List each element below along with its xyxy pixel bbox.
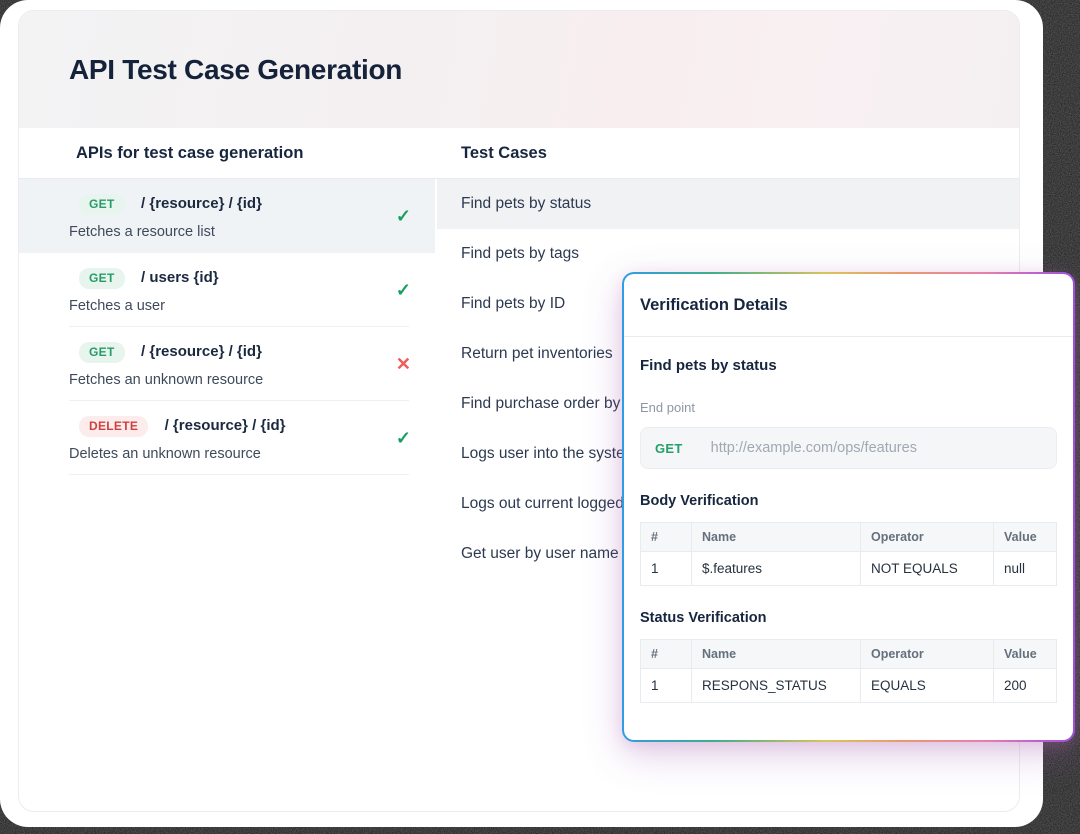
column-header: Name bbox=[692, 640, 861, 669]
api-list: GET / {resource} / {id} Fetches a resour… bbox=[19, 179, 437, 579]
test-case-label: Find purchase order by ID bbox=[461, 395, 640, 413]
check-icon: ✓ bbox=[396, 207, 411, 225]
test-case-item[interactable]: Find pets by status bbox=[437, 179, 1019, 229]
method-badge: GET bbox=[79, 194, 125, 215]
table-row: 1 $.features NOT EQUALS null bbox=[641, 552, 1057, 586]
column-header: # bbox=[641, 640, 692, 669]
table-header-row: # Name Operator Value bbox=[641, 523, 1057, 552]
api-list-item[interactable]: DELETE / {resource} / {id} Deletes an un… bbox=[19, 401, 435, 475]
endpoint-url: http://example.com/ops/features bbox=[711, 440, 917, 456]
api-path: / {resource} / {id} bbox=[141, 195, 262, 212]
cell-value: 200 bbox=[994, 669, 1057, 703]
test-case-label: Get user by user name bbox=[461, 545, 619, 563]
test-case-label: Find pets by status bbox=[461, 195, 591, 213]
cell-operator: NOT EQUALS bbox=[861, 552, 994, 586]
test-case-label: Find pets by ID bbox=[461, 295, 565, 313]
api-description: Fetches a user bbox=[69, 298, 411, 314]
test-case-label: Logs user into the system bbox=[461, 445, 638, 463]
test-case-label: Return pet inventories bbox=[461, 345, 613, 363]
table-row: 1 RESPONS_STATUS EQUALS 200 bbox=[641, 669, 1057, 703]
api-list-item[interactable]: GET / {resource} / {id} Fetches an unkno… bbox=[19, 327, 435, 401]
api-path: / {resource} / {id} bbox=[141, 343, 262, 360]
api-list-item[interactable]: GET / users {id} Fetches a user ✓ bbox=[19, 253, 435, 327]
body-verification-table: # Name Operator Value 1 $.features NOT E… bbox=[640, 522, 1057, 586]
verification-title: Verification Details bbox=[640, 296, 788, 315]
api-list-header: APIs for test case generation bbox=[19, 144, 437, 163]
columns-header: APIs for test case generation Test Cases bbox=[19, 128, 1019, 179]
test-case-label: Find pets by tags bbox=[461, 245, 579, 263]
verification-panel-header: Verification Details bbox=[624, 274, 1073, 337]
endpoint-method-badge: GET bbox=[655, 441, 683, 456]
endpoint-label: End point bbox=[640, 400, 1057, 415]
page-title: API Test Case Generation bbox=[69, 54, 402, 86]
column-header: Operator bbox=[861, 640, 994, 669]
api-description: Fetches a resource list bbox=[69, 224, 411, 240]
test-cases-header: Test Cases bbox=[437, 144, 547, 163]
x-icon: ✕ bbox=[396, 355, 411, 373]
body-verification-title: Body Verification bbox=[640, 493, 1057, 509]
column-header: Value bbox=[994, 523, 1057, 552]
endpoint-field[interactable]: GET http://example.com/ops/features bbox=[640, 427, 1057, 469]
verification-test-case-name: Find pets by status bbox=[640, 357, 1057, 374]
check-icon: ✓ bbox=[396, 281, 411, 299]
status-verification-table: # Name Operator Value 1 RESPONS_STATUS E… bbox=[640, 639, 1057, 703]
api-description: Deletes an unknown resource bbox=[69, 446, 411, 462]
table-header-row: # Name Operator Value bbox=[641, 640, 1057, 669]
card-header: API Test Case Generation bbox=[19, 11, 1019, 128]
method-badge: GET bbox=[79, 342, 125, 363]
verification-panel: Verification Details Find pets by status… bbox=[622, 272, 1075, 742]
column-header: Name bbox=[692, 523, 861, 552]
api-description: Fetches an unknown resource bbox=[69, 372, 411, 388]
api-path: / users {id} bbox=[141, 269, 219, 286]
status-verification-title: Status Verification bbox=[640, 610, 1057, 626]
method-badge: GET bbox=[79, 268, 125, 289]
cell-value: null bbox=[994, 552, 1057, 586]
cell-operator: EQUALS bbox=[861, 669, 994, 703]
api-path: / {resource} / {id} bbox=[165, 417, 286, 434]
method-badge: DELETE bbox=[79, 416, 148, 437]
cell-index: 1 bbox=[641, 669, 692, 703]
column-header: Value bbox=[994, 640, 1057, 669]
cell-name: $.features bbox=[692, 552, 861, 586]
check-icon: ✓ bbox=[396, 429, 411, 447]
api-list-item[interactable]: GET / {resource} / {id} Fetches a resour… bbox=[19, 179, 435, 253]
cell-index: 1 bbox=[641, 552, 692, 586]
column-header: # bbox=[641, 523, 692, 552]
cell-name: RESPONS_STATUS bbox=[692, 669, 861, 703]
column-header: Operator bbox=[861, 523, 994, 552]
